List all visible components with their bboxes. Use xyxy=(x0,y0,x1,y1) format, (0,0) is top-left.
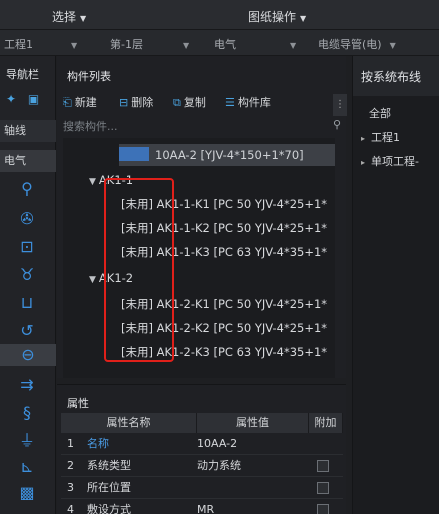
nav-panel: 导航栏 ✦ ▣ 轴线 电气 ⚲ ✇ ⊡ ♉ ⊔ ↺ ⊖ ⇉ § ⏚ ⊾ ▩ xyxy=(0,56,56,514)
category-select[interactable]: 电缆导管(电) ▼ xyxy=(318,36,396,52)
system-tree-item[interactable]: ▸ 工程1 xyxy=(361,128,400,148)
chevron-down-icon: ▼ xyxy=(182,41,190,50)
cable-icon[interactable]: ↺ xyxy=(16,320,38,342)
component-list-panel: 构件列表 ⎗ 新建 ⊟ 删除 ⧉ 复制 ☰ 构件库 搜索构件... ⚲ 10AA-2 [… xyxy=(57,56,347,378)
delete-icon: ⊟ xyxy=(119,96,129,109)
fan-icon[interactable]: ✇ xyxy=(16,208,38,230)
system-wiring-panel: 按系统布线 全部 ▸ 工程1 ▸ 单项工程- xyxy=(352,56,439,514)
filter-bar: 工程1 ▼ 第-1层 ▼ 电气 ▼ 电缆导管(电) ▼ xyxy=(0,30,439,56)
new-button[interactable]: ⎗ 新建 xyxy=(63,94,97,110)
header-property-name: 属性名称 xyxy=(61,413,197,433)
panel-more-button[interactable]: ⋮ xyxy=(333,94,347,116)
project-select[interactable]: 工程1 ▼ xyxy=(4,36,77,52)
chevron-right-icon: ▸ xyxy=(361,134,366,143)
floor-select[interactable]: 第-1层 ▼ xyxy=(110,36,189,52)
chevron-down-icon: ▼ xyxy=(300,14,307,23)
chevron-down-icon: ▼ xyxy=(89,177,96,187)
nav-tab-electrical[interactable]: 电气 xyxy=(0,150,56,172)
chevron-down-icon: ▼ xyxy=(80,14,87,23)
attach-checkbox[interactable] xyxy=(317,460,329,472)
chevron-down-icon: ▼ xyxy=(89,275,96,285)
search-icon[interactable]: ⚲ xyxy=(333,118,341,131)
system-wiring-title: 按系统布线 xyxy=(361,70,422,84)
distribution-box-icon[interactable]: ⊡ xyxy=(16,236,38,258)
discipline-select[interactable]: 电气 ▼ xyxy=(214,36,296,52)
properties-panel: 属性 属性名称 属性值 附加 1 名称 10AA-2 2 系统类型 动力系统 3… xyxy=(57,384,346,514)
component-list-title: 构件列表 xyxy=(67,70,111,83)
library-icon: ☰ xyxy=(225,96,235,109)
nav-tools: ✦ ▣ xyxy=(6,92,39,106)
ground-icon[interactable]: ⏚ xyxy=(16,430,38,452)
chevron-down-icon: ▼ xyxy=(389,41,396,50)
menu-bar: 选择 ▼ 图纸操作 ▼ xyxy=(0,0,439,30)
system-tree-item[interactable]: ▸ 单项工程- xyxy=(361,152,419,172)
attach-checkbox[interactable] xyxy=(317,504,329,514)
copy-button[interactable]: ⧉ 复制 xyxy=(173,94,206,110)
property-row[interactable]: 4 敷设方式 MR xyxy=(61,499,343,514)
library-button[interactable]: ☰ 构件库 xyxy=(225,94,271,110)
select-menu[interactable]: 选择 ▼ xyxy=(52,8,86,25)
copy-icon: ⧉ xyxy=(173,96,181,109)
header-attach: 附加 xyxy=(309,413,343,433)
selection-highlight xyxy=(119,147,149,161)
property-row[interactable]: 3 所在位置 xyxy=(61,477,343,499)
wire-icon[interactable]: § xyxy=(16,402,38,424)
new-file-icon: ⎗ xyxy=(63,96,72,109)
drawing-ops-menu[interactable]: 图纸操作 ▼ xyxy=(248,8,306,25)
nav-title: 导航栏 xyxy=(6,68,39,81)
chevron-down-icon: ▼ xyxy=(290,41,297,50)
grid-icon[interactable]: ▩ xyxy=(16,482,38,504)
property-row[interactable]: 1 名称 10AA-2 xyxy=(61,433,343,455)
chevron-right-icon: ▸ xyxy=(361,158,366,167)
properties-title: 属性 xyxy=(67,397,89,410)
chevron-down-icon: ▼ xyxy=(71,41,78,50)
bridge-icon[interactable]: ⇉ xyxy=(16,374,38,396)
selected-tree-item[interactable]: 10AA-2 [YJV-4*150+1*70] xyxy=(119,144,335,166)
delete-button[interactable]: ⊟ 删除 xyxy=(119,94,153,110)
lamp-icon[interactable]: ⚲ xyxy=(16,178,38,200)
annotation-highlight-box xyxy=(104,178,174,362)
system-tree: 全部 ▸ 工程1 ▸ 单项工程- xyxy=(353,96,439,514)
property-row[interactable]: 2 系统类型 动力系统 xyxy=(61,455,343,477)
system-tree-item-all[interactable]: 全部 xyxy=(369,104,391,124)
image-icon[interactable]: ▣ xyxy=(28,92,39,106)
conduit-icon[interactable]: ⊖ xyxy=(0,344,56,366)
socket-icon[interactable]: ♉ xyxy=(16,264,38,286)
header-property-value: 属性值 xyxy=(197,413,309,433)
pipe-fitting-icon[interactable]: ⊾ xyxy=(16,456,38,478)
component-search-input[interactable]: 搜索构件... ⚲ xyxy=(63,118,343,136)
pin-icon[interactable]: ✦ xyxy=(6,92,16,106)
tray-icon[interactable]: ⊔ xyxy=(16,292,38,314)
attach-checkbox[interactable] xyxy=(317,482,329,494)
nav-tab-axis[interactable]: 轴线 xyxy=(0,120,56,142)
